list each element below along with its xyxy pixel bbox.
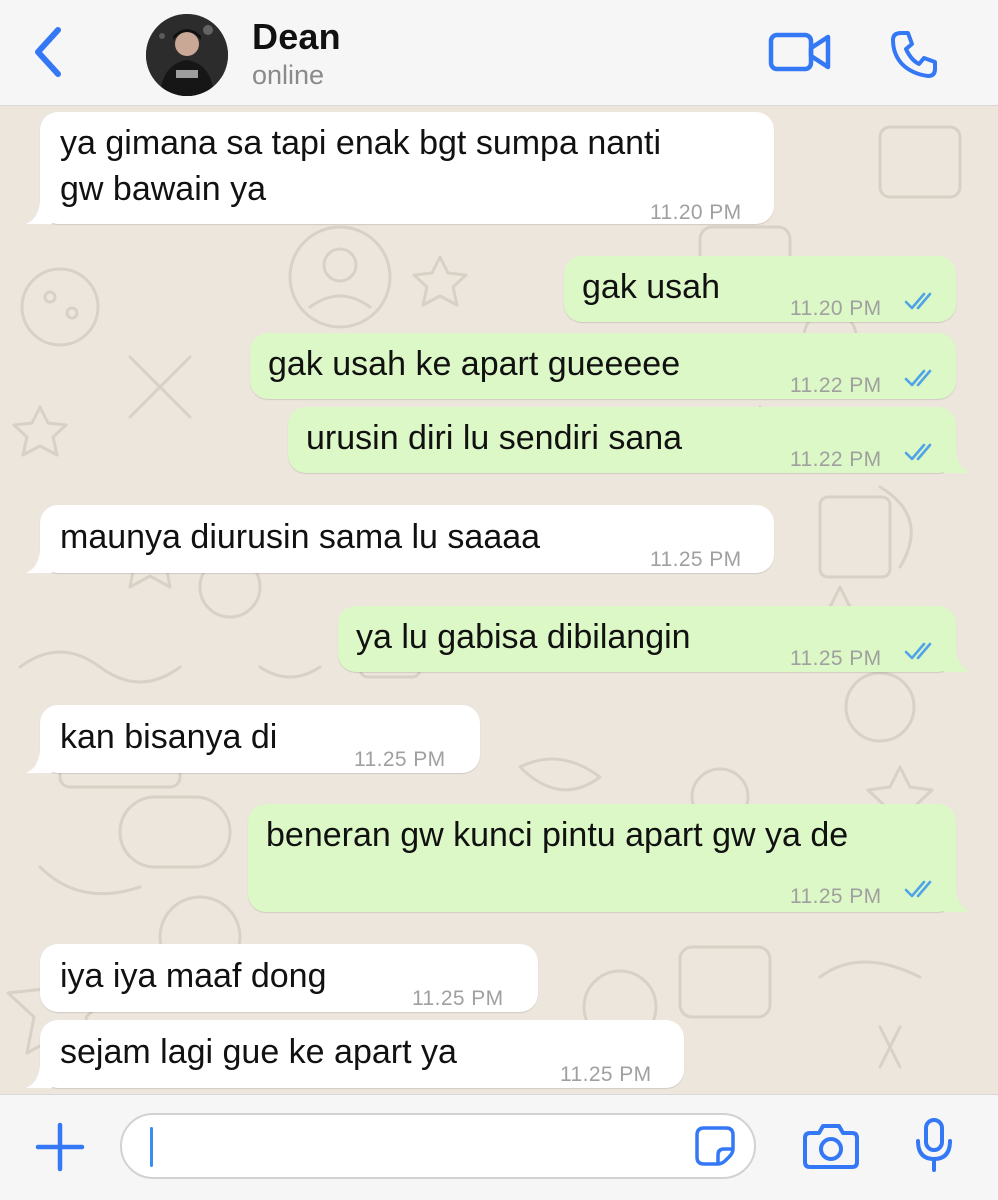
message-text: maunya diurusin sama lu saaaa: [60, 518, 541, 556]
message-text: kan bisanya di: [60, 718, 278, 756]
message-text: ya gimana sa tapi enak bgt sumpa nanti: [60, 124, 662, 162]
camera-button[interactable]: [802, 1121, 860, 1171]
camera-icon: [803, 1124, 859, 1169]
message-timestamp: 11.22 PM: [790, 448, 882, 471]
message-bubble-outgoing[interactable]: gak usah 11.20 PM: [564, 256, 956, 322]
video-call-button[interactable]: [766, 28, 834, 78]
contact-status: online: [252, 60, 325, 90]
message-bubble-incoming[interactable]: kan bisanya di 11.25 PM: [26, 705, 480, 773]
message-bubble-incoming[interactable]: sejam lagi gue ke apart ya 11.25 PM: [26, 1020, 684, 1088]
message-timestamp: 11.25 PM: [790, 647, 882, 670]
message-bubble-outgoing[interactable]: ya lu gabisa dibilangin 11.25 PM: [338, 606, 970, 672]
read-receipt-icon: [904, 443, 932, 461]
message-text: ya lu gabisa dibilangin: [356, 618, 691, 656]
message-timestamp: 11.22 PM: [790, 374, 882, 397]
message-text: iya iya maaf dong: [60, 957, 327, 995]
avatar-photo: [146, 14, 228, 96]
bubble-tail: [26, 547, 52, 573]
message-timestamp: 11.25 PM: [354, 748, 446, 771]
message-text: sejam lagi gue ke apart ya: [60, 1033, 457, 1071]
message-timestamp: 11.25 PM: [650, 548, 742, 571]
bubble-tail: [944, 447, 970, 473]
video-camera-icon: [768, 32, 831, 72]
read-receipt-icon: [904, 369, 932, 387]
back-button[interactable]: [26, 24, 70, 80]
message-timestamp: 11.25 PM: [560, 1063, 652, 1086]
bubble-tail: [26, 198, 52, 224]
message-bubble-outgoing[interactable]: gak usah ke apart gueeeee 11.22 PM: [250, 333, 956, 399]
chat-header: Dean online: [0, 0, 998, 106]
message-timestamp: 11.25 PM: [790, 885, 882, 908]
bubble-tail: [944, 646, 970, 672]
message-text: beneran gw kunci pintu apart gw ya de: [266, 816, 849, 854]
bubble-tail: [944, 886, 970, 912]
message-input[interactable]: [120, 1113, 756, 1179]
bubble-tail: [26, 747, 52, 773]
attach-button[interactable]: [34, 1121, 86, 1173]
phone-icon: [891, 31, 937, 78]
message-text: gw bawain ya: [60, 170, 267, 208]
message-text: urusin diri lu sendiri sana: [306, 419, 683, 457]
plus-icon: [35, 1122, 85, 1172]
message-bubble-outgoing[interactable]: urusin diri lu sendiri sana 11.22 PM: [288, 407, 970, 473]
message-text: gak usah: [582, 268, 720, 306]
message-bubble-incoming[interactable]: ya gimana sa tapi enak bgt sumpa nanti g…: [26, 112, 774, 224]
read-receipt-icon: [904, 880, 932, 898]
bubble-tail: [26, 1062, 52, 1088]
message-timestamp: 11.20 PM: [790, 297, 882, 320]
read-receipt-icon: [904, 642, 932, 660]
message-composer: [0, 1094, 998, 1200]
sticker-button[interactable]: [694, 1125, 736, 1167]
message-timestamp: 11.20 PM: [650, 201, 742, 224]
message-text: gak usah ke apart gueeeee: [268, 345, 681, 383]
text-cursor: [150, 1127, 153, 1167]
message-bubble-outgoing[interactable]: beneran gw kunci pintu apart gw ya de 11…: [248, 804, 970, 912]
voice-call-button[interactable]: [888, 28, 940, 80]
chevron-left-icon: [35, 27, 61, 77]
microphone-button[interactable]: [914, 1117, 954, 1173]
message-bubble-incoming[interactable]: maunya diurusin sama lu saaaa 11.25 PM: [26, 505, 774, 573]
avatar[interactable]: [146, 14, 228, 96]
microphone-icon: [916, 1118, 952, 1172]
sticker-icon: [695, 1126, 735, 1166]
message-timestamp: 11.25 PM: [412, 987, 504, 1010]
message-bubble-incoming[interactable]: iya iya maaf dong 11.25 PM: [40, 944, 538, 1012]
chat-area[interactable]: ya gimana sa tapi enak bgt sumpa nanti g…: [0, 107, 998, 1094]
contact-name[interactable]: Dean: [252, 16, 341, 58]
read-receipt-icon: [904, 292, 932, 310]
